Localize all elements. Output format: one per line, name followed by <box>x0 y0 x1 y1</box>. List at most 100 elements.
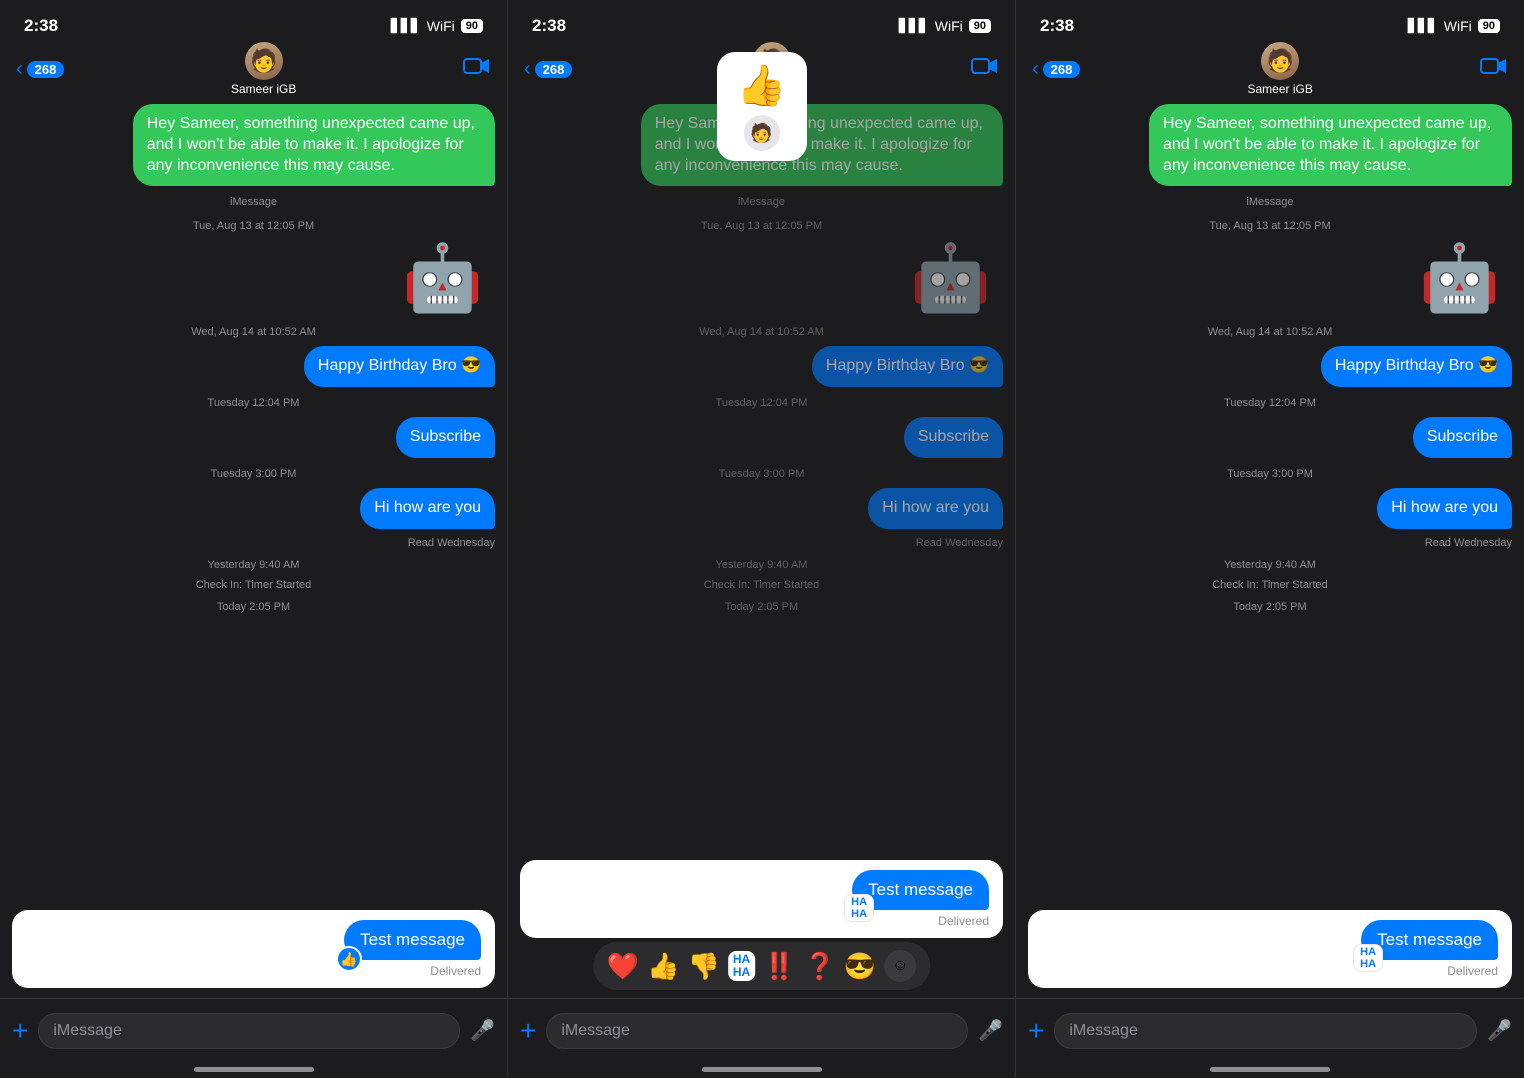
bubble-subscribe-text-right: Subscribe <box>1413 417 1512 458</box>
wifi-icon-right: WiFi <box>1444 18 1472 34</box>
tapback-keyboard-btn[interactable]: ☺ <box>884 950 916 982</box>
avatar-left: 🧑 <box>245 42 283 80</box>
input-bar-middle: + iMessage 🎤 <box>508 998 1015 1078</box>
timestamp5-right: Yesterday 9:40 AM <box>1028 559 1512 571</box>
phone-panel-left: 2:38 ▋▋▋ WiFi 90 ‹ 268 🧑 Sameer iGB H <box>0 0 508 1078</box>
messages-area-middle: Hey Sameer, something unexpected came up… <box>508 96 1015 896</box>
video-button-left[interactable] <box>463 56 491 82</box>
checkin-right: Check In: Timer Started <box>1028 579 1512 591</box>
nav-bar-right: ‹ 268 🧑 Sameer iGB <box>1016 44 1524 96</box>
contact-center-left: 🧑 Sameer iGB <box>231 42 296 96</box>
timestamp6-left: Today 2:05 PM <box>12 601 495 613</box>
timestamp6-middle: Today 2:05 PM <box>520 601 1003 613</box>
bubble-green-middle: Hey Sameer, something unexpected came up… <box>641 104 1003 186</box>
nav-bar-left: ‹ 268 🧑 Sameer iGB <box>0 44 507 96</box>
delivered-right: Delivered <box>1038 964 1498 978</box>
phone-panel-right: 2:38 ▋▋▋ WiFi 90 ‹ 268 🧑 Sameer iGB He <box>1016 0 1524 1078</box>
back-button-right[interactable]: ‹ 268 <box>1032 58 1080 81</box>
plus-button-left[interactable]: + <box>12 1015 28 1047</box>
timestamp4-middle: Tuesday 3:00 PM <box>520 468 1003 480</box>
bubble-subscribe-middle: Subscribe <box>520 417 1003 458</box>
tapback-question[interactable]: ❓ <box>804 951 836 982</box>
tapback-thumbsup[interactable]: 👍 <box>647 951 679 982</box>
timestamp2-middle: Wed, Aug 14 at 10:52 AM <box>520 326 1003 338</box>
status-icons-left: ▋▋▋ WiFi 90 <box>391 18 483 34</box>
back-count-right: 268 <box>1043 61 1081 78</box>
test-bubble-text-left: Test message <box>344 920 481 960</box>
contact-name-right: Sameer iGB <box>1248 82 1313 96</box>
back-button-left[interactable]: ‹ 268 <box>16 58 64 81</box>
test-bubble-wrapper-left: Test message 👍 Delivered <box>12 910 495 988</box>
messages-area-right: Hey Sameer, something unexpected came up… <box>1016 96 1524 896</box>
chevron-left-icon-left: ‹ <box>16 58 23 81</box>
message-input-left[interactable]: iMessage <box>38 1013 460 1049</box>
status-time-right: 2:38 <box>1040 16 1074 36</box>
back-count-left: 268 <box>27 61 65 78</box>
timestamp2-right: Wed, Aug 14 at 10:52 AM <box>1028 326 1512 338</box>
home-indicator-middle <box>702 1067 822 1072</box>
delivered-middle: Delivered <box>530 914 989 928</box>
mic-button-right[interactable]: 🎤 <box>1487 1018 1512 1043</box>
test-bubble-inner-left: Test message 👍 <box>22 920 481 960</box>
bubble-birthday-left: Happy Birthday Bro 😎 <box>12 346 495 387</box>
bubble-birthday-text-middle: Happy Birthday Bro 😎 <box>812 346 1003 387</box>
mic-button-middle[interactable]: 🎤 <box>978 1018 1003 1043</box>
timestamp3-right: Tuesday 12:04 PM <box>1028 397 1512 409</box>
avatar-small-popup: 🧑 <box>744 115 780 151</box>
bubble-hi-text-middle: Hi how are you <box>868 488 1003 529</box>
tapback-bar-middle: ❤️ 👍 👎 HAHA ‼️ ❓ 😎 ☺ <box>593 942 931 990</box>
timestamp1-middle: Tue, Aug 13 at 12:05 PM <box>520 220 1003 232</box>
timestamp1-right: Tue, Aug 13 at 12:05 PM <box>1028 220 1512 232</box>
bubble-subscribe-text-left: Subscribe <box>396 417 495 458</box>
timestamp2-left: Wed, Aug 14 at 10:52 AM <box>12 326 495 338</box>
bubble-birthday-middle: Happy Birthday Bro 😎 <box>520 346 1003 387</box>
timestamp4-left: Tuesday 3:00 PM <box>12 468 495 480</box>
tapback-haha[interactable]: HAHA <box>728 951 755 981</box>
bubble-hi-text-left: Hi how are you <box>360 488 495 529</box>
mic-button-left[interactable]: 🎤 <box>470 1018 495 1043</box>
test-bubble-wrapper-middle: Test message HAHA Delivered <box>520 860 1003 938</box>
status-icons-right: ▋▋▋ WiFi 90 <box>1408 18 1500 34</box>
tapback-thumbsdown[interactable]: 👎 <box>687 951 719 982</box>
tapback-heart[interactable]: ❤️ <box>607 951 639 982</box>
timestamp3-left: Tuesday 12:04 PM <box>12 397 495 409</box>
plus-button-middle[interactable]: + <box>520 1015 536 1047</box>
bubble-hi-left: Hi how are you <box>12 488 495 529</box>
signal-icon-right: ▋▋▋ <box>1408 18 1438 34</box>
test-bubble-inner-middle: Test message HAHA <box>530 870 989 910</box>
read-text-middle: Read Wednesday <box>520 537 1003 549</box>
bubble-row-green-left: Hey Sameer, something unexpected came up… <box>12 104 495 186</box>
chevron-left-icon-middle: ‹ <box>524 58 531 81</box>
signal-icon-middle: ▋▋▋ <box>899 18 929 34</box>
status-bar-middle: 2:38 ▋▋▋ WiFi 90 <box>508 0 1015 44</box>
imessage-label-left: iMessage <box>12 196 495 208</box>
video-button-middle[interactable] <box>971 56 999 82</box>
checkin-middle: Check In: Timer Started <box>520 579 1003 591</box>
plus-button-right[interactable]: + <box>1028 1015 1044 1047</box>
home-indicator-right <box>1210 1067 1330 1072</box>
imessage-label-middle: iMessage <box>520 196 1003 208</box>
message-input-right[interactable]: iMessage <box>1054 1013 1477 1049</box>
bubble-green-left: Hey Sameer, something unexpected came up… <box>133 104 495 186</box>
home-indicator-left <box>194 1067 314 1072</box>
bubble-hi-middle: Hi how are you <box>520 488 1003 529</box>
bubble-hi-right: Hi how are you <box>1028 488 1512 529</box>
bubble-subscribe-right: Subscribe <box>1028 417 1512 458</box>
video-button-right[interactable] <box>1480 56 1508 82</box>
bubble-birthday-text-right: Happy Birthday Bro 😎 <box>1321 346 1512 387</box>
message-input-middle[interactable]: iMessage <box>546 1013 968 1049</box>
back-count-middle: 268 <box>535 61 573 78</box>
signal-icon-left: ▋▋▋ <box>391 18 421 34</box>
bubble-subscribe-text-middle: Subscribe <box>904 417 1003 458</box>
status-time-left: 2:38 <box>24 16 58 36</box>
timestamp6-right: Today 2:05 PM <box>1028 601 1512 613</box>
contact-name-left: Sameer iGB <box>231 82 296 96</box>
phone-panel-middle: 2:38 ▋▋▋ WiFi 90 ‹ 268 🧑 Sameer iGB He <box>508 0 1016 1078</box>
contact-center-right: 🧑 Sameer iGB <box>1248 42 1313 96</box>
emoji-popup-middle: 👍 🧑 <box>717 52 807 161</box>
status-icons-middle: ▋▋▋ WiFi 90 <box>899 18 991 34</box>
tapback-exclaim[interactable]: ‼️ <box>763 951 795 982</box>
back-button-middle[interactable]: ‹ 268 <box>524 58 572 81</box>
tapback-cool[interactable]: 😎 <box>844 951 876 982</box>
battery-right: 90 <box>1478 19 1500 33</box>
